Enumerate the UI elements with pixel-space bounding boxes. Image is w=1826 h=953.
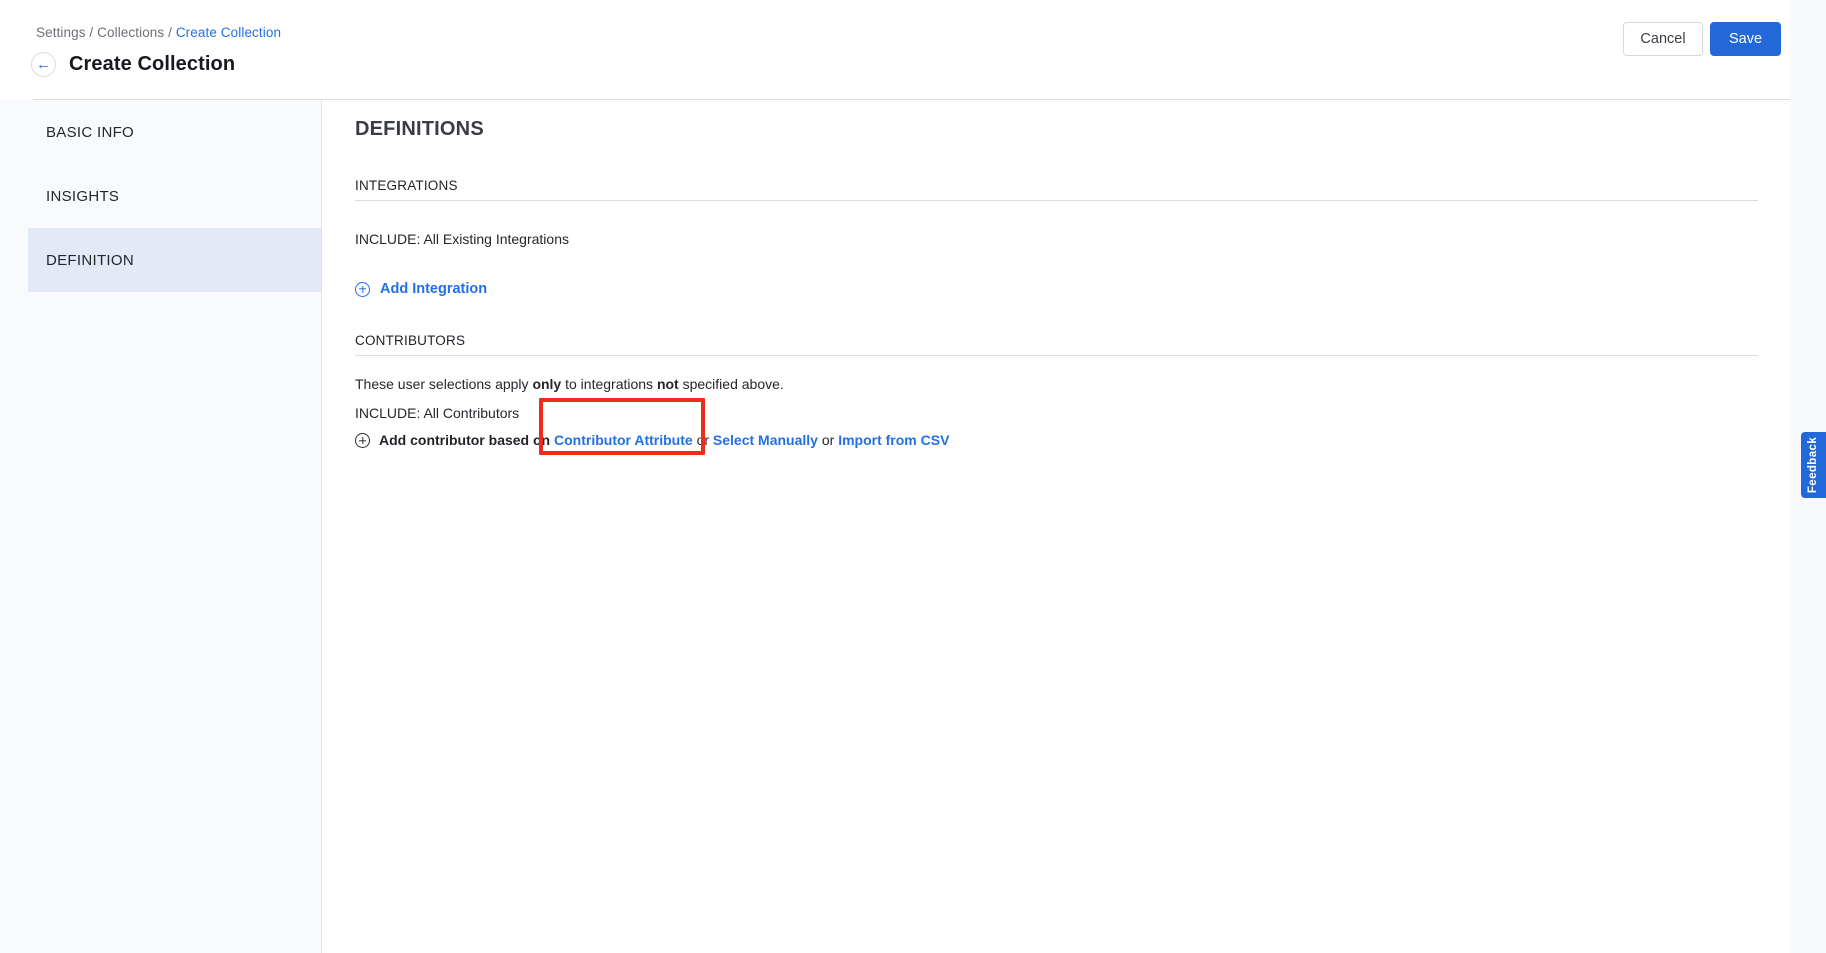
integrations-include-line: INCLUDE: All Existing Integrations: [355, 230, 1758, 248]
contributors-include-line: INCLUDE: All Contributors: [355, 404, 1758, 422]
text-segment: or: [818, 432, 838, 448]
text-segment: only: [532, 376, 561, 392]
add-integration-link[interactable]: Add Integration: [380, 281, 487, 297]
back-button[interactable]: ←: [31, 52, 56, 77]
import-from-csv-link[interactable]: Import from CSV: [838, 432, 949, 448]
page-body: BASIC INFO INSIGHTS DEFINITION DEFINITIO…: [0, 100, 1790, 953]
sidebar-item-insights[interactable]: INSIGHTS: [28, 164, 321, 228]
breadcrumb: Settings / Collections / Create Collecti…: [36, 25, 281, 40]
plus-circle-icon: [355, 282, 370, 297]
create-collection-page: Settings / Collections / Create Collecti…: [0, 0, 1790, 953]
text-segment: or: [693, 432, 713, 448]
header-actions: Cancel Save: [1623, 22, 1781, 56]
page-header: Settings / Collections / Create Collecti…: [0, 0, 1790, 100]
add-integration-row[interactable]: Add Integration: [355, 281, 1758, 297]
text-segment: These user selections apply: [355, 376, 532, 392]
text-segment: specified above.: [679, 376, 784, 392]
cancel-button[interactable]: Cancel: [1623, 22, 1703, 56]
definitions-heading: DEFINITIONS: [355, 116, 1758, 142]
integrations-section-label: INTEGRATIONS: [355, 178, 1758, 193]
select-manually-link[interactable]: Select Manually: [713, 432, 818, 448]
feedback-tab-label: Feedback: [1808, 437, 1820, 493]
add-contributor-row: Add contributor based on Contributor Att…: [355, 431, 1758, 450]
sidebar: BASIC INFO INSIGHTS DEFINITION: [0, 100, 322, 953]
page-title: Create Collection: [69, 53, 235, 76]
main-content: DEFINITIONS INTEGRATIONS INCLUDE: All Ex…: [322, 100, 1790, 953]
text-segment: not: [657, 376, 679, 392]
back-arrow-icon: ←: [36, 57, 51, 72]
save-button[interactable]: Save: [1710, 22, 1781, 56]
title-row: ← Create Collection: [31, 52, 235, 77]
breadcrumb-path[interactable]: Settings / Collections /: [36, 25, 176, 40]
text-segment: to integrations: [561, 376, 657, 392]
contributor-attribute-link[interactable]: Contributor Attribute: [554, 432, 693, 448]
contributors-note: These user selections apply only to inte…: [355, 375, 1758, 393]
sidebar-item-definition[interactable]: DEFINITION: [28, 228, 321, 292]
contributors-divider: [355, 355, 1758, 356]
add-contributor-label: Add contributor based on: [379, 432, 554, 448]
integrations-divider: [355, 200, 1758, 201]
header-divider: [33, 99, 1790, 100]
plus-circle-icon: [355, 433, 370, 448]
add-contributor-options: Add contributor based on Contributor Att…: [379, 431, 949, 450]
contributors-section-label: CONTRIBUTORS: [355, 333, 1758, 348]
breadcrumb-current: Create Collection: [176, 25, 281, 40]
feedback-tab[interactable]: Feedback: [1801, 432, 1826, 498]
sidebar-item-basic-info[interactable]: BASIC INFO: [28, 100, 321, 164]
